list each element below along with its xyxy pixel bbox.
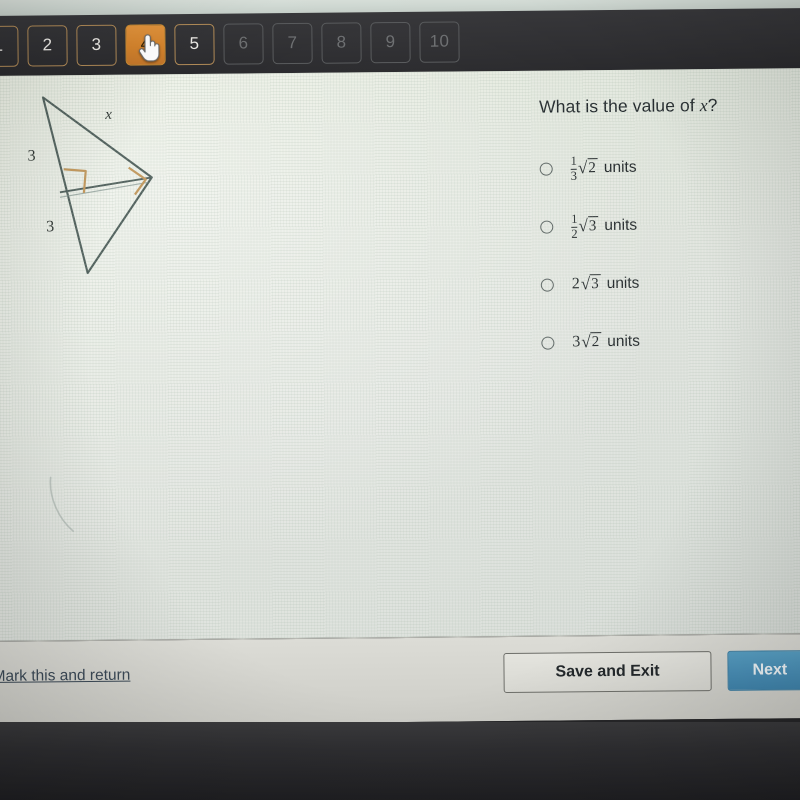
units-label-a: units <box>603 158 637 177</box>
coefficient-d: 3 <box>572 333 581 351</box>
radical-c: √ 3 <box>581 274 601 294</box>
device-bezel <box>0 722 800 800</box>
question-title-variable: x <box>699 95 708 116</box>
radical-d: √ 2 <box>581 332 602 352</box>
answer-choice-b-text: 1 2 √ 3 units <box>571 212 638 241</box>
triangle-figure: x 3 3 <box>1 83 263 325</box>
answer-choice-list: 1 3 √ 2 units 1 2 √ 3 units 2 √ 3 units … <box>539 149 800 360</box>
radical-a: √ 2 <box>578 158 598 178</box>
question-nav-bar: 1 2 3 4 5 6 7 8 <box>0 8 800 76</box>
figure-label-lower-side: 3 <box>46 218 55 236</box>
fraction-numerator: 1 <box>571 212 578 227</box>
radio-button-c[interactable] <box>540 278 554 292</box>
triangle-diagram-svg <box>41 96 153 275</box>
units-label-b: units <box>604 216 638 235</box>
question-button-label: 3 <box>91 34 102 54</box>
question-button-9[interactable]: 9 <box>370 21 411 63</box>
radicand: 2 <box>590 332 602 352</box>
save-and-exit-label: Save and Exit <box>555 662 660 681</box>
answer-choice-c[interactable]: 2 √ 3 units <box>540 265 800 302</box>
next-label: Next <box>752 661 788 679</box>
question-button-label: 1 <box>0 35 4 55</box>
question-button-10[interactable]: 10 <box>419 20 460 63</box>
question-button-4-current[interactable]: 4 <box>125 23 166 66</box>
question-title-suffix: ? <box>707 94 718 116</box>
question-button-label: 7 <box>287 32 298 53</box>
question-panel: What is the value of x? 1 3 √ 2 units 1 … <box>539 94 800 384</box>
footer-bar: Mark this and return Save and Exit Next <box>0 633 800 726</box>
fraction-numerator: 1 <box>570 154 577 169</box>
fraction-denominator: 3 <box>570 168 578 183</box>
radicand: 3 <box>590 274 601 294</box>
mark-this-and-return-link[interactable]: Mark this and return <box>0 667 130 686</box>
question-button-1[interactable]: 1 <box>0 25 19 67</box>
units-label-d: units <box>607 332 641 351</box>
answer-choice-c-text: 2 √ 3 units <box>572 274 640 295</box>
next-button[interactable]: Next <box>727 649 800 691</box>
figure-label-upper-side: 3 <box>27 147 36 165</box>
radicand: 2 <box>587 158 598 178</box>
question-button-label: 6 <box>238 33 249 53</box>
question-button-2[interactable]: 2 <box>27 24 68 67</box>
question-button-3[interactable]: 3 <box>76 24 117 66</box>
coefficient-c: 2 <box>571 275 580 293</box>
answer-choice-d-text: 3 √ 2 units <box>572 332 640 353</box>
question-button-label: 2 <box>42 35 53 55</box>
save-and-exit-button[interactable]: Save and Exit <box>503 651 712 694</box>
fraction-denominator: 2 <box>571 226 578 241</box>
fraction-a: 1 3 <box>570 154 578 183</box>
figure-label-x: x <box>105 106 112 123</box>
answer-choice-a-text: 1 3 √ 2 units <box>570 154 637 183</box>
units-label-c: units <box>606 274 640 293</box>
question-button-7[interactable]: 7 <box>272 22 313 64</box>
radio-button-b[interactable] <box>540 220 554 234</box>
photographed-screen: 1 2 3 4 5 6 7 8 <box>0 0 800 800</box>
question-button-label: 9 <box>385 32 396 52</box>
answer-choice-a[interactable]: 1 3 √ 2 units <box>539 149 800 186</box>
radio-button-a[interactable] <box>539 162 553 176</box>
pointing-hand-cursor-icon <box>138 33 160 62</box>
answer-choice-b[interactable]: 1 2 √ 3 units <box>540 207 800 244</box>
question-button-label: 5 <box>189 33 200 54</box>
radio-button-d[interactable] <box>541 336 555 350</box>
paper-smudge-artifact <box>49 476 74 532</box>
question-button-8[interactable]: 8 <box>321 21 362 64</box>
answer-choice-d[interactable]: 3 √ 2 units <box>541 323 800 360</box>
fraction-b: 1 2 <box>571 212 578 241</box>
question-button-label: 10 <box>429 31 450 51</box>
question-title: What is the value of x? <box>539 94 800 118</box>
question-button-5[interactable]: 5 <box>174 23 215 65</box>
screen-surface: 1 2 3 4 5 6 7 8 <box>0 0 800 726</box>
question-button-6[interactable]: 6 <box>223 22 264 65</box>
radicand: 3 <box>587 216 599 236</box>
question-content-area: x 3 3 What is the value of x? 1 3 √ 2 un… <box>0 68 800 641</box>
radical-b: √ 3 <box>578 216 599 236</box>
question-title-prefix: What is the value of <box>539 95 700 117</box>
question-button-label: 8 <box>336 32 347 52</box>
